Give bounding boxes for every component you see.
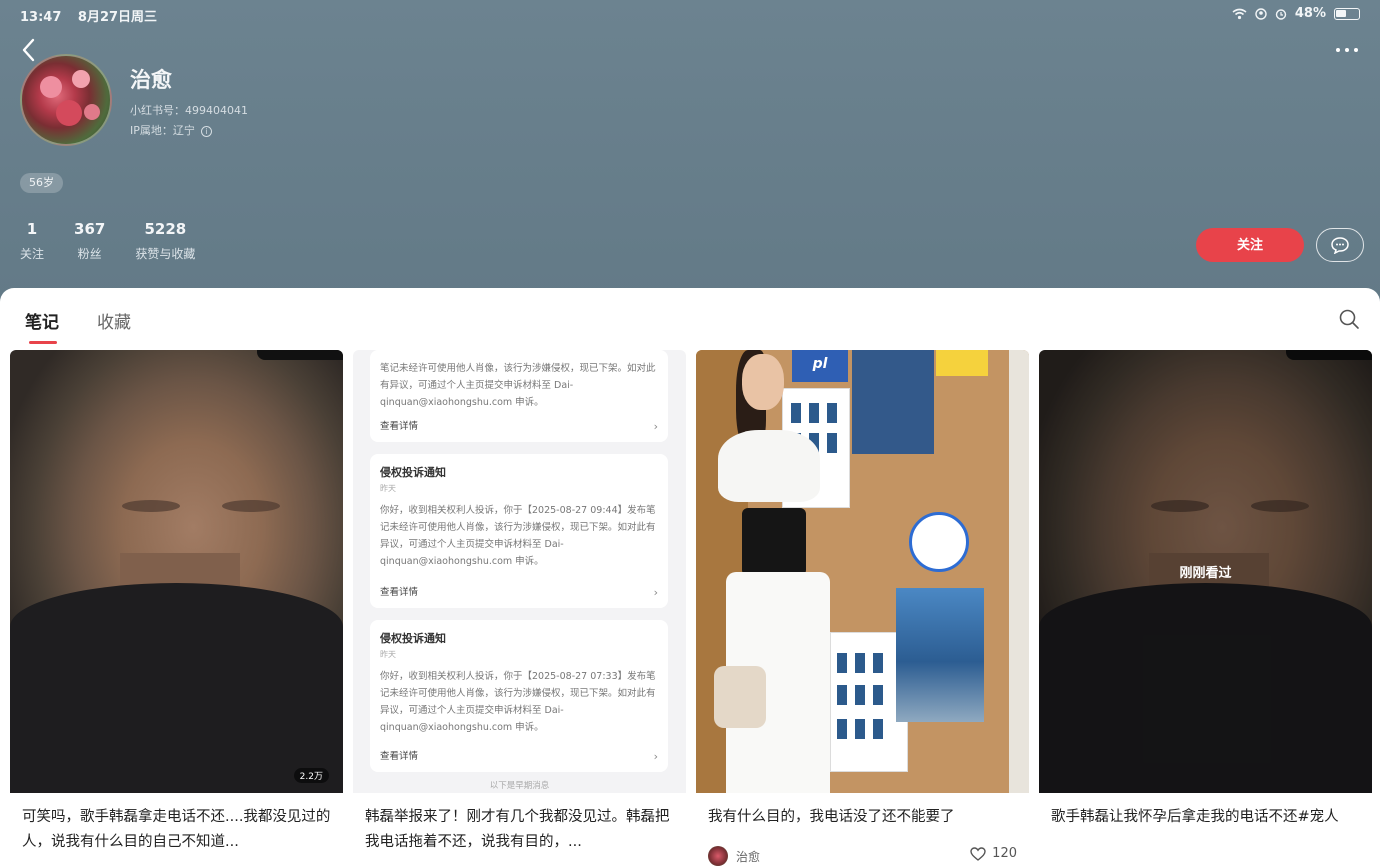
avatar[interactable] xyxy=(20,54,112,146)
stat-number: 1 xyxy=(26,220,38,238)
note-title: 歌手韩磊让我怀孕后拿走我的电话不还#宠人 xyxy=(1051,809,1339,825)
status-time: 13:47 xyxy=(20,10,62,25)
stat-likes-collects[interactable]: 5228 获赞与收藏 xyxy=(135,220,195,262)
note-card[interactable]: pl 我有什么目的，我电话没了还不能要了 治愈 120 xyxy=(696,350,1029,867)
profile-id: 小红书号：499404041 xyxy=(130,104,248,117)
tab-collections[interactable]: 收藏 xyxy=(97,308,131,333)
notice-link: 查看详情 xyxy=(380,751,419,762)
status-bar: 13:47 8月27日周三 48% xyxy=(20,6,1360,25)
notice-time: 昨天 xyxy=(380,484,396,493)
notice-item: 侵权投诉通知 昨天 你好，收到相关权利人投诉，你于【2025-08-27 07:… xyxy=(370,620,668,772)
message-button[interactable] xyxy=(1316,228,1364,262)
stat-label: 关注 xyxy=(20,247,45,261)
note-title: 可笑吗，歌手韩磊拿走电话不还....我都没见过的人，说我有什么目的自己不知道..… xyxy=(22,809,331,850)
notice-body: 笔记未经许可使用他人肖像，该行为涉嫌侵权，现已下架。如对此有异议，可通过个人主页… xyxy=(380,363,656,408)
wifi-icon xyxy=(1232,8,1247,19)
notice-title: 侵权投诉通知 xyxy=(380,466,446,479)
note-card[interactable]: 刚刚看过 歌手韩磊让我怀孕后拿走我的电话不还#宠人 xyxy=(1039,350,1372,867)
chevron-right-icon: › xyxy=(653,586,658,599)
like-button[interactable]: 120 xyxy=(970,846,1017,861)
alarm-icon xyxy=(1275,8,1287,20)
profile-header: 13:47 8月27日周三 48% 治愈 小红书号：499404041 IP属地… xyxy=(0,0,1380,300)
info-icon[interactable]: i xyxy=(200,125,212,137)
notice-link: 查看详情 xyxy=(380,587,419,598)
back-arrow-icon[interactable] xyxy=(18,36,40,64)
chevron-right-icon: › xyxy=(653,750,658,763)
battery-icon xyxy=(1334,7,1360,20)
notice-body: 你好，收到相关权利人投诉，你于【2025-08-27 09:44】发布笔记未经许… xyxy=(380,505,656,567)
wall-sign-text: pl xyxy=(792,350,848,382)
recently-viewed-label: 刚刚看过 xyxy=(1179,566,1232,581)
chat-bubble-icon xyxy=(1331,237,1349,254)
note-author[interactable]: 治愈 xyxy=(708,846,760,866)
note-cover-image: pl xyxy=(696,350,1029,793)
chevron-right-icon: › xyxy=(653,420,658,433)
location-icon xyxy=(1255,7,1267,20)
profile-name: 治愈 xyxy=(130,68,172,92)
note-card[interactable]: 笔记未经许可使用他人肖像，该行为涉嫌侵权，现已下架。如对此有异议，可通过个人主页… xyxy=(353,350,686,867)
note-card[interactable]: 2.2万 可笑吗，歌手韩磊拿走电话不还....我都没见过的人，说我有什么目的自己… xyxy=(10,350,343,867)
view-count-badge: 2.2万 xyxy=(293,768,329,783)
stat-label: 获赞与收藏 xyxy=(135,247,196,261)
note-cover-image: 2.2万 xyxy=(10,350,343,793)
tab-notes[interactable]: 笔记 xyxy=(25,308,59,344)
age-tag: 56岁 xyxy=(20,173,63,193)
notice-item: 笔记未经许可使用他人肖像，该行为涉嫌侵权，现已下架。如对此有异议，可通过个人主页… xyxy=(370,350,668,442)
note-title: 韩磊举报来了！刚才有几个我都没见过。韩磊把我电话拖着不还，说我有目的，... xyxy=(365,809,670,850)
follow-button[interactable]: 关注 xyxy=(1196,228,1304,262)
notice-time: 昨天 xyxy=(380,650,396,659)
stat-number: 367 xyxy=(74,220,106,238)
ip-location-text: IP属地：辽宁 xyxy=(130,124,195,137)
note-cover-image: 笔记未经许可使用他人肖像，该行为涉嫌侵权，现已下架。如对此有异议，可通过个人主页… xyxy=(353,350,686,793)
note-cover-image: 刚刚看过 xyxy=(1039,350,1372,793)
stat-label: 粉丝 xyxy=(77,247,102,261)
like-count: 120 xyxy=(992,846,1017,861)
heart-icon xyxy=(970,846,986,861)
notice-body: 你好，收到相关权利人投诉，你于【2025-08-27 07:33】发布笔记未经许… xyxy=(380,671,656,733)
profile-stats: 1 关注 367 粉丝 5228 获赞与收藏 xyxy=(20,220,225,262)
more-options-icon[interactable] xyxy=(1334,40,1360,60)
notice-link: 查看详情 xyxy=(380,421,419,432)
battery-percent: 48% xyxy=(1294,6,1326,21)
author-name: 治愈 xyxy=(736,849,761,864)
notes-panel: 笔记 收藏 2.2万 可笑吗，歌手韩磊拿走电话不还....我都没见过的人，说我有… xyxy=(0,288,1380,867)
author-avatar xyxy=(708,846,728,866)
notice-title: 侵权投诉通知 xyxy=(380,632,446,645)
status-date: 8月27日周三 xyxy=(77,10,158,25)
search-icon[interactable] xyxy=(1338,308,1360,330)
stat-followers[interactable]: 367 粉丝 xyxy=(74,220,105,262)
stat-following[interactable]: 1 关注 xyxy=(20,220,44,262)
profile-tabs: 笔记 收藏 xyxy=(25,308,131,344)
earlier-messages-divider: 以下是早期消息 xyxy=(489,781,550,791)
profile-ip-location: IP属地：辽宁 i xyxy=(130,122,212,138)
stat-number: 5228 xyxy=(144,220,187,238)
notice-item: 侵权投诉通知 昨天 你好，收到相关权利人投诉，你于【2025-08-27 09:… xyxy=(370,454,668,608)
